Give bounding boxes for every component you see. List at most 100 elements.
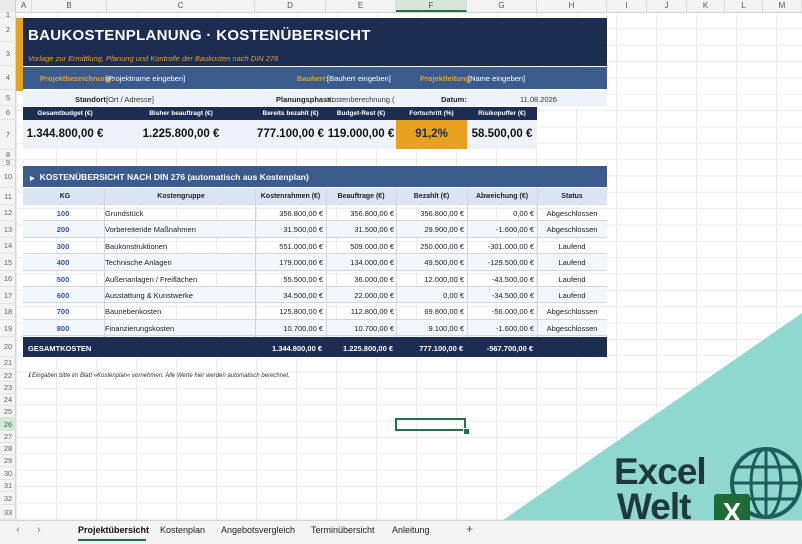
triangle-right-icon: ▶ xyxy=(30,176,35,182)
fill-handle[interactable] xyxy=(463,428,470,435)
row-header[interactable]: 32 xyxy=(0,492,16,505)
table-row[interactable]: 600 Ausstattung & Kunstwerke 34.500,00 €… xyxy=(23,287,607,304)
column-header-h[interactable]: H xyxy=(537,0,607,12)
project-lead-field[interactable]: [Name eingeben] xyxy=(468,74,525,83)
cell-kg: 500 xyxy=(56,274,70,284)
row-header[interactable]: 11 xyxy=(0,188,16,205)
client-field[interactable]: [Bauherr eingeben] xyxy=(327,74,391,83)
column-header-j[interactable]: J xyxy=(647,0,687,12)
row-header[interactable]: 3 xyxy=(0,42,16,66)
cell-ordered: 509.000,00 € xyxy=(350,241,394,251)
column-header-d[interactable]: D xyxy=(255,0,326,12)
table-row[interactable]: 800 Finanzierungskosten 10.700,00 € 10.7… xyxy=(23,319,607,337)
row-header[interactable]: 6 xyxy=(0,106,16,120)
kpi-label-paid: Bereits bezahlt (€) xyxy=(262,110,319,117)
row-header[interactable]: 17 xyxy=(0,287,16,304)
row-header[interactable]: 27 xyxy=(0,431,16,443)
sheet-tab-angebotsvergleich[interactable]: Angebotsvergleich xyxy=(221,525,295,535)
row-header[interactable]: 14 xyxy=(0,238,16,254)
column-title-paid: Bezahlt (€) xyxy=(413,193,450,200)
row-header[interactable]: 25 xyxy=(0,406,16,418)
date-label: Datum: xyxy=(441,95,467,104)
footnote: ℹ Eingaben bitte im Blatt »Kostenplan« v… xyxy=(28,373,290,379)
kpi-value-total-budget: 1.344.800,00 € xyxy=(26,128,104,140)
cell-frame: 31.500,00 € xyxy=(283,225,323,235)
row-header[interactable]: 33 xyxy=(0,505,16,520)
column-header-b[interactable]: B xyxy=(32,0,107,12)
row-header[interactable]: 13 xyxy=(0,221,16,238)
row-header[interactable]: 10 xyxy=(0,166,16,188)
scroll-tabs-right-icon[interactable]: › xyxy=(37,524,41,536)
row-header[interactable]: 5 xyxy=(0,90,16,106)
table-row[interactable]: 700 Baunebenkosten 125.800,00 € 112.800,… xyxy=(23,303,607,320)
column-title-frame: Kostenrahmen (€) xyxy=(260,193,321,200)
row-header[interactable]: 7 xyxy=(0,120,16,150)
kpi-label-budget-rest: Budget-Rest (€) xyxy=(336,110,386,117)
row-header[interactable]: 20 xyxy=(0,337,16,357)
table-row[interactable]: 300 Baukonstruktionen 551.000,00 € 509.0… xyxy=(23,238,607,255)
table-divider xyxy=(396,188,397,337)
location-field[interactable]: [Ort / Adresse] xyxy=(106,95,154,104)
table-row[interactable]: 500 Außenanlagen / Freiflächen 55.500,00… xyxy=(23,271,607,287)
table-row[interactable]: 200 Vorbereitende Maßnahmen 31.500,00 € … xyxy=(23,221,607,238)
cell-frame: 551.000,00 € xyxy=(279,241,323,251)
sheet-tab-kostenplan[interactable]: Kostenplan xyxy=(160,525,205,535)
row-header[interactable]: 30 xyxy=(0,467,16,480)
row-header[interactable]: 24 xyxy=(0,394,16,406)
table-row[interactable]: 100 Grundstück 356.800,00 € 356.800,00 €… xyxy=(23,205,607,222)
row-header[interactable]: 26 xyxy=(0,418,16,431)
row-header[interactable]: 18 xyxy=(0,304,16,320)
cell-deviation: -34.500,00 € xyxy=(491,291,534,300)
project-name-field[interactable]: [Projektname eingeben] xyxy=(106,74,185,83)
column-header-g[interactable]: G xyxy=(467,0,537,12)
row-header[interactable]: 23 xyxy=(0,382,16,394)
page-title: BAUKOSTENPLANUNG · KOSTENÜBERSICHT xyxy=(28,27,371,44)
cell-status: Laufend xyxy=(558,291,586,300)
row-header[interactable]: 16 xyxy=(0,271,16,287)
column-header-c[interactable]: C xyxy=(107,0,255,12)
sheet-tab-projektuebersicht[interactable]: Projektübersicht xyxy=(78,525,149,535)
row-header[interactable]: 31 xyxy=(0,480,16,492)
kpi-label-progress: Fortschritt (%) xyxy=(409,110,454,117)
cell-deviation: -43.500,00 € xyxy=(491,274,534,284)
sheet-tab-anleitung[interactable]: Anleitung xyxy=(392,525,430,535)
scroll-tabs-left-icon[interactable]: ‹ xyxy=(16,524,20,536)
row-header[interactable]: 15 xyxy=(0,254,16,271)
cell-kg: 800 xyxy=(56,323,70,333)
sheet-tab-terminuebersicht[interactable]: Terminübersicht xyxy=(311,525,375,535)
cell-paid: 49.500,00 € xyxy=(424,258,464,268)
cell-frame: 34.500,00 € xyxy=(283,291,323,300)
row-header[interactable]: 28 xyxy=(0,443,16,455)
project-name-label: Projektbezeichnung: xyxy=(40,74,114,83)
location-label: Standort: xyxy=(75,95,109,104)
column-header-i[interactable]: I xyxy=(607,0,647,12)
cell-deviation: 0,00 € xyxy=(513,209,534,218)
column-header-e[interactable]: E xyxy=(326,0,396,12)
column-header-k[interactable]: K xyxy=(687,0,725,12)
row-header[interactable]: 4 xyxy=(0,66,16,90)
row-header[interactable]: 22 xyxy=(0,369,16,382)
date-field[interactable]: 11.08.2026 xyxy=(520,95,557,104)
table-row[interactable]: 400 Technische Anlagen 179.000,00 € 134.… xyxy=(23,254,607,271)
active-cell-selection[interactable] xyxy=(395,418,466,431)
row-header[interactable]: 29 xyxy=(0,455,16,467)
cell-paid: 250.000,00 € xyxy=(420,241,464,251)
cell-ordered: 112.800,00 € xyxy=(350,307,394,317)
row-header[interactable]: 21 xyxy=(0,357,16,369)
column-header-a[interactable]: A xyxy=(16,0,32,12)
add-sheet-button[interactable]: + xyxy=(466,522,473,536)
row-header[interactable]: 12 xyxy=(0,205,16,221)
row-header[interactable]: 2 xyxy=(0,18,16,42)
active-tab-indicator xyxy=(78,539,146,541)
column-header-f[interactable]: F xyxy=(396,0,467,12)
column-header-l[interactable]: L xyxy=(725,0,763,12)
column-title-deviation: Abweichung (€) xyxy=(475,193,529,200)
cell-kg: 400 xyxy=(56,258,70,268)
column-header-m[interactable]: M xyxy=(763,0,802,12)
cell-frame: 179.000,00 € xyxy=(279,258,323,268)
phase-field[interactable]: Kostenberechnung ( xyxy=(327,95,395,104)
row-header[interactable]: 19 xyxy=(0,320,16,337)
cell-ordered: 134.000,00 € xyxy=(350,258,394,268)
cell-ordered: 36.000,00 € xyxy=(354,274,394,284)
cell-frame: 125.800,00 € xyxy=(279,307,323,317)
